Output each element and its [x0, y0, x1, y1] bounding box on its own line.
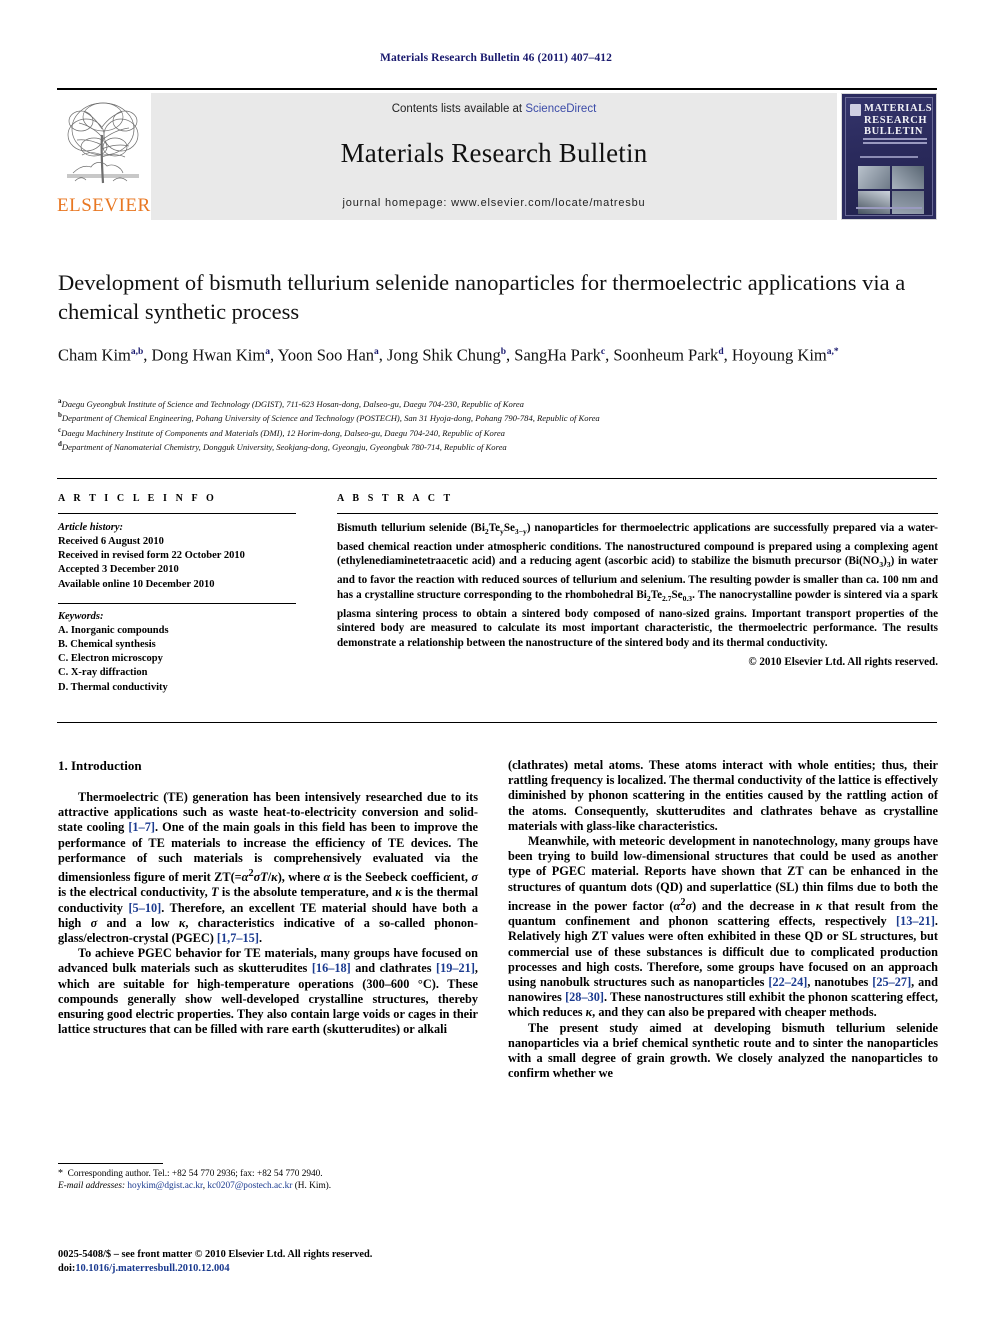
footnote-block: * Corresponding author. Tel.: +82 54 770… [58, 1168, 478, 1193]
elsevier-logo: ELSEVIER [57, 93, 151, 220]
article-info-rule [58, 513, 296, 514]
email-link-secondary[interactable]: kc0207@postech.ac.kr [207, 1181, 292, 1191]
body-column-right: (clathrates) metal atoms. These atoms in… [508, 758, 938, 1081]
email-note: E-mail addresses: hoykim@dgist.ac.kr, kc… [58, 1180, 478, 1192]
keyword-item: B. Chemical synthesis [58, 639, 156, 651]
email-attribution: (H. Kim). [294, 1181, 332, 1192]
article-info-heading: A R T I C L E I N F O [58, 493, 217, 504]
cover-elsevier-mark-icon [850, 104, 861, 116]
article-history-online: Available online 10 December 2010 [58, 578, 215, 590]
keyword-item: D. Thermal conductivity [58, 681, 168, 693]
affiliation-c: cDaegu Machinery Institute of Components… [58, 425, 938, 439]
imprint-frontmatter-line: 0025-5408/$ – see front matter © 2010 El… [58, 1249, 373, 1260]
article-title: Development of bismuth tellurium selenid… [58, 270, 906, 324]
keyword-item: C. X-ray diffraction [58, 667, 148, 679]
keyword-item: A. Inorganic compounds [58, 624, 169, 636]
paragraph: Thermoelectric (TE) generation has been … [58, 790, 478, 945]
section-heading-introduction: 1. Introduction [58, 758, 142, 773]
cover-micrograph-4 [892, 191, 924, 214]
cover-subtitle-rules [863, 138, 927, 147]
affiliation-b: bDepartment of Chemical Engineering, Poh… [58, 410, 938, 424]
paragraph: Meanwhile, with meteoric development in … [508, 834, 939, 1020]
cover-micrograph-2 [892, 166, 924, 189]
paragraph: (clathrates) metal atoms. These atoms in… [508, 758, 938, 833]
contents-available-line: Contents lists available at ScienceDirec… [151, 103, 837, 115]
imprint-doi-line: doi:10.1016/j.materresbull.2010.12.004 [58, 1262, 498, 1276]
doi-link[interactable]: 10.1016/j.materresbull.2010.12.004 [75, 1263, 229, 1274]
contents-prefix: Contents lists available at [391, 103, 526, 115]
paragraph: The present study aimed at developing bi… [508, 1020, 938, 1081]
sciencedirect-link[interactable]: ScienceDirect [525, 103, 596, 115]
affiliation-a: aDaegu Gyeongbuk Institute of Science an… [58, 396, 938, 410]
email-addresses-label: E-mail addresses: [58, 1181, 126, 1192]
imprint-block: 0025-5408/$ – see front matter © 2010 El… [58, 1248, 498, 1275]
cover-footer-rule [856, 207, 922, 210]
article-history-revised: Received in revised form 22 October 2010 [58, 550, 245, 562]
affiliation-d: dDepartment of Nanomaterial Chemistry, D… [58, 439, 938, 453]
email-separator: , [202, 1181, 206, 1192]
journal-homepage-url[interactable]: journal homepage: www.elsevier.com/locat… [151, 197, 837, 209]
cover-micrograph-3 [858, 191, 890, 214]
elsevier-tree-icon [67, 102, 139, 184]
journal-banner: Contents lists available at ScienceDirec… [151, 93, 837, 220]
keywords-rule [58, 602, 296, 604]
cover-title-line-3: BULLETIN [864, 126, 924, 137]
abstract-copyright: © 2010 Elsevier Ltd. All rights reserved… [748, 656, 938, 669]
article-history-label: Article history: [58, 522, 124, 533]
article-history-received: Received 6 August 2010 [58, 536, 164, 547]
affiliation-text-d: Department of Nanomaterial Chemistry, Do… [61, 442, 507, 453]
elsevier-wordmark: ELSEVIER [57, 195, 151, 216]
affiliation-text-c: Daegu Machinery Institute of Components … [61, 427, 505, 438]
footnote-separator-rule [58, 1163, 163, 1164]
article-info-block: A R T I C L E I N F O Article history: R… [58, 493, 296, 695]
running-head: Materials Research Bulletin 46 (2011) 40… [379, 52, 613, 64]
cover-title-line-1: MATERIALS [864, 103, 933, 114]
doi-label: doi: [58, 1262, 76, 1274]
author-list: Cham Kima,b, Dong Hwan Kima, Yoon Soo Ha… [58, 345, 839, 365]
keywords-label: Keywords: [58, 610, 104, 622]
info-block-top-rule [57, 478, 937, 479]
info-block-bottom-rule [57, 722, 937, 723]
article-page: Materials Research Bulletin 46 (2011) 40… [0, 0, 992, 1323]
affiliation-text-b: Department of Chemical Engineering, Poha… [61, 413, 600, 424]
abstract-block: A B S T R A C T Bismuth tellurium seleni… [337, 493, 938, 668]
email-link-primary[interactable]: hoykim@dgist.ac.kr [127, 1181, 202, 1191]
affiliation-text-a: Daegu Gyeongbuk Institute of Science and… [61, 398, 524, 409]
cover-title-block: MATERIALS RESEARCH BULLETIN [864, 103, 933, 138]
article-history-accepted: Accepted 3 December 2010 [58, 564, 179, 576]
keyword-item: C. Electron microscopy [58, 653, 163, 665]
cover-micrograph-1 [858, 166, 890, 189]
abstract-rule [337, 513, 938, 514]
cover-editor-rule [860, 156, 918, 159]
body-column-left: 1. Introduction Thermoelectric (TE) gene… [58, 758, 478, 1037]
corresponding-author-note: * Corresponding author. Tel.: +82 54 770… [58, 1168, 323, 1179]
affiliation-list: aDaegu Gyeongbuk Institute of Science an… [58, 396, 938, 454]
paragraph: To achieve PGEC behavior for TE material… [58, 946, 478, 1037]
journal-cover-thumbnail[interactable]: MATERIALS RESEARCH BULLETIN [841, 93, 937, 220]
abstract-heading: A B S T R A C T [337, 493, 454, 504]
journal-title: Materials Research Bulletin [340, 138, 648, 168]
journal-masthead: ELSEVIER Contents lists available at Sci… [57, 88, 937, 220]
abstract-text: Bismuth tellurium selenide (Bi2TeySe3−y)… [337, 522, 939, 649]
cover-title-line-2: RESEARCH [864, 114, 928, 126]
